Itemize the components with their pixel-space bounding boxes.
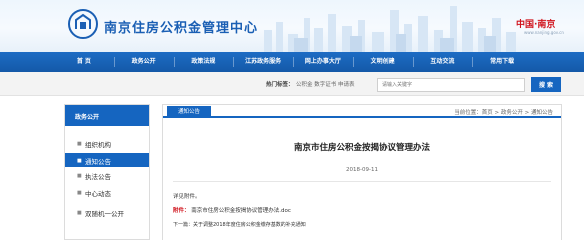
china-nanjing-brand[interactable]: 中国·南京 <box>516 17 555 30</box>
next-article-link[interactable]: 下一篇：关于调整2018年度住房公积金缴存基数的补充通知 <box>173 221 306 228</box>
sidebar-item-enforcement[interactable]: ■ 执法公告 <box>65 168 149 182</box>
nav-item-interaction[interactable]: 互动交流 <box>412 52 473 72</box>
sidebar-item-label: 中心动态 <box>85 190 111 198</box>
attachment-label: 附件： <box>173 208 190 214</box>
search-button[interactable]: 搜 索 <box>531 77 561 92</box>
sidebar-item-label: 双随机一公开 <box>85 210 124 218</box>
attachment-link[interactable]: 南京市住房公积金按揭协议管理办法.doc <box>191 208 291 214</box>
nav-item-online-hall[interactable]: 网上办事大厅 <box>293 52 353 72</box>
search-input[interactable] <box>377 78 525 92</box>
content-tabbar: 通知公告 当前位置：首页 > 政务公开 > 通知公告 <box>163 105 561 118</box>
nav-item-government-affairs[interactable]: 政务公开 <box>113 52 174 72</box>
breadcrumb[interactable]: 当前位置：首页 > 政务公开 > 通知公告 <box>454 108 553 116</box>
sidebar: 政务公开 ■ 组织机构 ■ 通知公告 ■ 执法公告 ■ 中心动态 ■ 双随机一公… <box>64 104 150 240</box>
nav-item-jiangsu-services[interactable]: 江苏政务服务 <box>233 52 293 72</box>
sidebar-item-random-inspection[interactable]: ■ 双随机一公开 <box>65 205 149 219</box>
sidebar-header: 政务公开 <box>65 105 149 126</box>
hot-tags-label: 热门标签： <box>266 82 294 88</box>
site-title[interactable]: 南京住房公积金管理中心 <box>104 17 258 36</box>
bullet-icon: ■ <box>77 173 82 179</box>
brand-url: www.nanjing.gov.cn <box>524 30 564 35</box>
bullet-icon: ■ <box>77 141 82 147</box>
sidebar-item-label: 通知公告 <box>85 158 111 166</box>
divider <box>173 181 551 182</box>
site-header: 南京住房公积金管理中心 中国·南京 www.nanjing.gov.cn <box>0 0 584 52</box>
attachment-row: 附件： 南京市住房公积金按揭协议管理办法.doc <box>173 206 291 214</box>
housing-fund-logo[interactable] <box>68 9 98 39</box>
tab-notices[interactable]: 通知公告 <box>167 106 211 118</box>
article-date: 2018-09-11 <box>346 167 378 173</box>
bullet-icon: ■ <box>77 210 82 216</box>
article-panel: 通知公告 当前位置：首页 > 政务公开 > 通知公告 南京市住房公积金按揭协议管… <box>162 104 562 240</box>
article-title: 南京市住房公积金按揭协议管理办法 <box>293 143 430 153</box>
hot-tags-list[interactable]: 公积金 数字证书 申请表 <box>296 80 355 88</box>
main-nav: 首 页 政务公开 政策法规 江苏政务服务 网上办事大厅 文明创建 互动交流 常用… <box>0 52 584 72</box>
bullet-icon: ■ <box>77 158 82 164</box>
sidebar-item-label: 组织机构 <box>85 141 111 149</box>
nav-item-civilization[interactable]: 文明创建 <box>352 52 413 72</box>
nav-item-policies[interactable]: 政策法规 <box>173 52 234 72</box>
nav-item-home[interactable]: 首 页 <box>54 52 114 72</box>
sidebar-item-notices[interactable]: ■ 通知公告 <box>65 153 149 167</box>
sidebar-item-organization[interactable]: ■ 组织机构 <box>65 136 149 150</box>
sidebar-title: 政务公开 <box>75 114 100 121</box>
sidebar-item-news[interactable]: ■ 中心动态 <box>65 185 149 199</box>
nav-item-downloads[interactable]: 常用下载 <box>472 52 532 72</box>
bullet-icon: ■ <box>77 190 82 196</box>
article-body: 详见附件。 <box>173 194 201 200</box>
sidebar-item-label: 执法公告 <box>85 173 111 181</box>
